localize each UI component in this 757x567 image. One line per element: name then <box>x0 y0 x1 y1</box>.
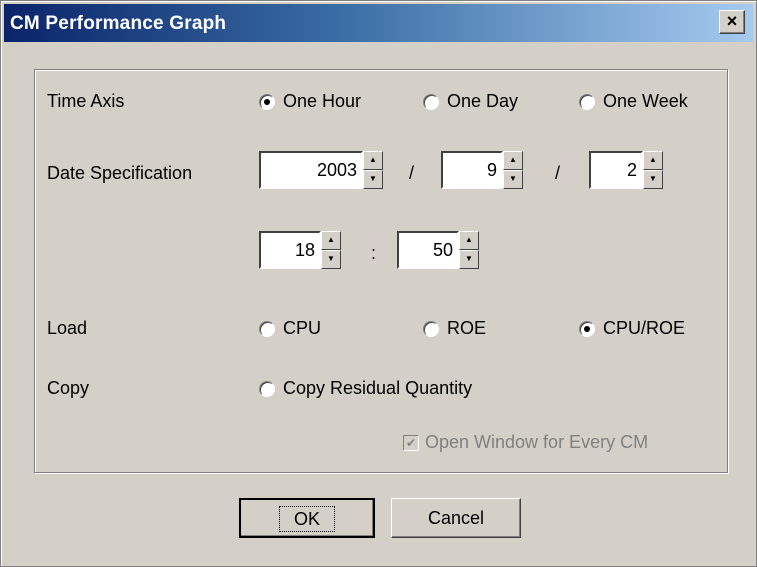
day-spinner[interactable]: 2 ▲ ▼ <box>589 151 663 189</box>
checkmark-icon: ✔ <box>403 434 419 451</box>
radio-cpu-roe-label: CPU/ROE <box>603 318 686 338</box>
cancel-button-label: Cancel <box>427 508 485 528</box>
spin-up-icon[interactable]: ▲ <box>459 231 479 250</box>
radio-copy-residual-quantity-label: Copy Residual Quantity <box>283 378 473 398</box>
time-axis-label: Time Axis <box>47 91 125 111</box>
ok-button[interactable]: OK <box>239 498 375 538</box>
radio-selected-icon <box>259 93 275 110</box>
close-icon: × <box>726 11 738 31</box>
window-title: CM Performance Graph <box>10 13 227 34</box>
year-input[interactable]: 2003 <box>259 151 363 189</box>
spin-down-icon[interactable]: ▼ <box>643 170 663 189</box>
time-separator: : <box>371 243 377 263</box>
open-window-checkbox[interactable]: ✔ Open Window for Every CM <box>403 432 648 453</box>
radio-unselected-icon <box>259 320 275 337</box>
radio-one-day-label: One Day <box>447 91 519 111</box>
radio-unselected-icon <box>423 93 439 110</box>
title-bar[interactable]: CM Performance Graph × <box>4 4 753 42</box>
radio-cpu[interactable]: CPU <box>259 318 321 339</box>
ok-button-label: OK <box>278 506 336 532</box>
hour-input[interactable]: 18 <box>259 231 321 269</box>
radio-selected-icon <box>579 320 595 337</box>
spin-down-icon[interactable]: ▼ <box>321 250 341 269</box>
month-input[interactable]: 9 <box>441 151 503 189</box>
copy-label: Copy <box>47 378 90 398</box>
radio-one-week[interactable]: One Week <box>579 91 688 112</box>
radio-roe-label: ROE <box>447 318 487 338</box>
hour-spinner[interactable]: 18 ▲ ▼ <box>259 231 341 269</box>
year-spinner[interactable]: 2003 ▲ ▼ <box>259 151 383 189</box>
spin-up-icon[interactable]: ▲ <box>321 231 341 250</box>
radio-unselected-icon <box>259 380 275 397</box>
spin-up-icon[interactable]: ▲ <box>643 151 663 170</box>
radio-one-hour[interactable]: One Hour <box>259 91 361 112</box>
radio-one-hour-label: One Hour <box>283 91 362 111</box>
radio-cpu-label: CPU <box>283 318 322 338</box>
spin-down-icon[interactable]: ▼ <box>503 170 523 189</box>
date-separator: / <box>409 163 415 183</box>
radio-unselected-icon <box>579 93 595 110</box>
spin-up-icon[interactable]: ▲ <box>503 151 523 170</box>
day-input[interactable]: 2 <box>589 151 643 189</box>
cm-performance-graph-dialog: CM Performance Graph × Time Axis One Hou… <box>0 0 757 567</box>
open-window-checkbox-label: Open Window for Every CM <box>425 432 649 452</box>
date-separator: / <box>555 163 561 183</box>
radio-unselected-icon <box>423 320 439 337</box>
radio-one-week-label: One Week <box>603 91 688 111</box>
minute-spinner[interactable]: 50 ▲ ▼ <box>397 231 479 269</box>
radio-one-day[interactable]: One Day <box>423 91 518 112</box>
date-specification-label: Date Specification <box>47 163 193 183</box>
radio-cpu-roe[interactable]: CPU/ROE <box>579 318 685 339</box>
spin-down-icon[interactable]: ▼ <box>459 250 479 269</box>
month-spinner[interactable]: 9 ▲ ▼ <box>441 151 523 189</box>
radio-copy-residual-quantity[interactable]: Copy Residual Quantity <box>259 378 472 399</box>
spin-up-icon[interactable]: ▲ <box>363 151 383 170</box>
minute-input[interactable]: 50 <box>397 231 459 269</box>
spin-down-icon[interactable]: ▼ <box>363 170 383 189</box>
load-label: Load <box>47 318 88 338</box>
radio-roe[interactable]: ROE <box>423 318 486 339</box>
cancel-button[interactable]: Cancel <box>391 498 521 538</box>
close-button[interactable]: × <box>719 10 745 34</box>
settings-group <box>34 69 728 473</box>
